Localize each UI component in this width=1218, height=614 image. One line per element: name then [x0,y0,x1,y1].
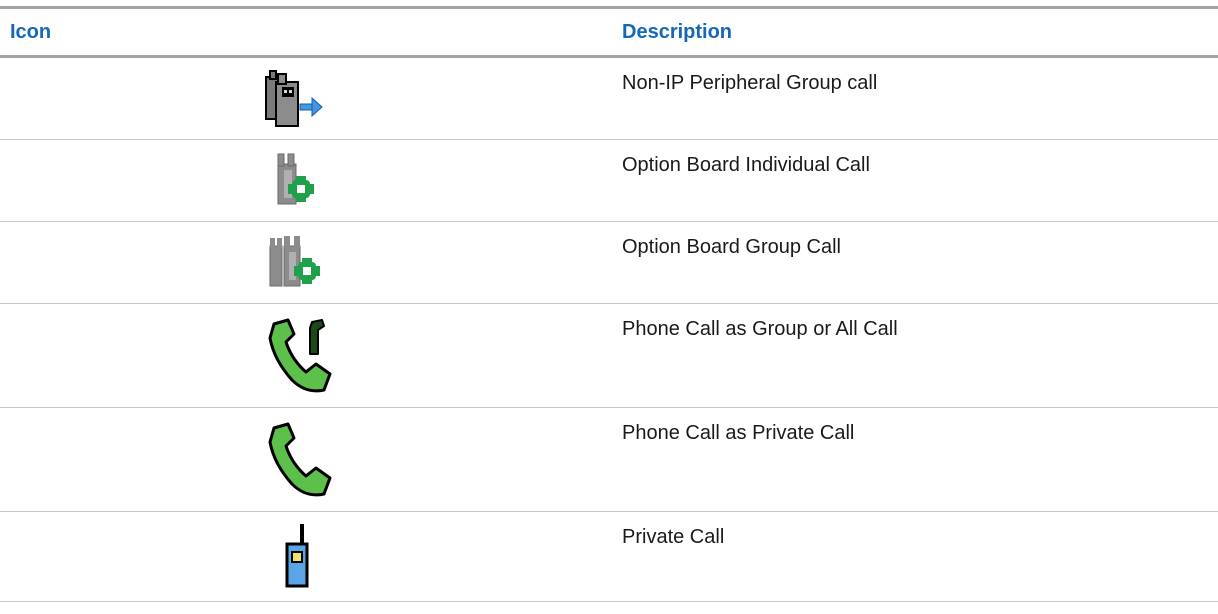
row-description: Option Board Individual Call [622,154,870,176]
row-description: Phone Call as Group or All Call [622,318,898,340]
row-description: Private Call [622,526,725,548]
phone-call-private-call-icon [266,418,346,497]
table-row: Phone Call as Private Call [0,408,1218,512]
icon-cell [0,222,609,303]
header-icon-column: Icon [10,21,52,43]
icon-cell [0,304,609,407]
header-description-column: Description [622,21,733,43]
non-ip-peripheral-group-call-icon [264,68,344,134]
icon-cell [0,58,609,139]
row-description: Non-IP Peripheral Group call [622,72,878,94]
option-board-group-call-icon [268,232,348,298]
icon-table: Icon Description Non-IP Peripheral Group… [0,6,1218,602]
table-row: Option Board Individual Call [0,140,1218,222]
table-row: Non-IP Peripheral Group call [0,58,1218,140]
phone-call-group-all-call-icon [266,314,346,393]
row-description: Phone Call as Private Call [622,422,855,444]
table-row: Phone Call as Group or All Call [0,304,1218,408]
private-call-icon [284,522,364,588]
icon-cell [0,140,609,221]
table-row: Private Call [0,512,1218,602]
table-row: Option Board Group Call [0,222,1218,304]
icon-cell [0,408,609,511]
row-description: Option Board Group Call [622,236,842,258]
table-header: Icon Description [0,9,1218,58]
option-board-individual-call-icon [274,150,354,216]
icon-cell [0,512,609,601]
